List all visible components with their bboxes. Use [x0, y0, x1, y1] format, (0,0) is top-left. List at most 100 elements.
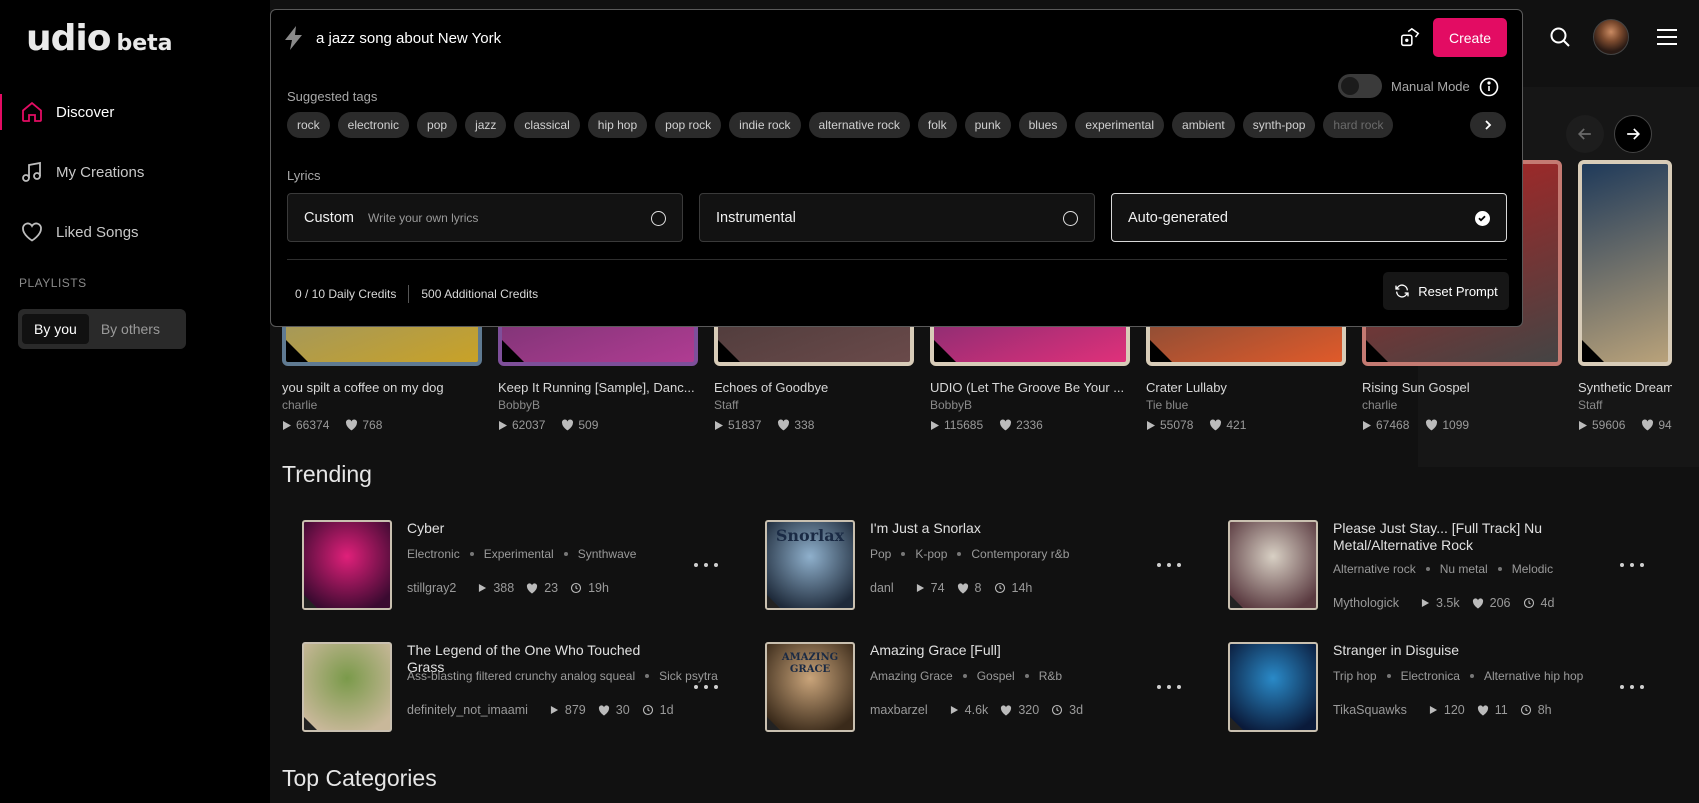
- lyrics-option-custom[interactable]: Custom Write your own lyrics: [287, 193, 683, 242]
- track-user[interactable]: maxbarzel: [870, 703, 928, 717]
- card-author[interactable]: Staff: [1578, 398, 1602, 412]
- suggested-tag[interactable]: folk: [917, 112, 957, 138]
- track-tag[interactable]: Nu metal: [1440, 562, 1488, 576]
- card-author[interactable]: Staff: [714, 398, 738, 412]
- track-user[interactable]: stillgray2: [407, 581, 456, 595]
- tab-by-you[interactable]: By you: [22, 314, 89, 344]
- suggested-tag[interactable]: rock: [287, 112, 330, 138]
- dice-shuffle-icon[interactable]: [1399, 27, 1421, 49]
- track-user[interactable]: TikaSquawks: [1333, 703, 1407, 717]
- track-title[interactable]: Amazing Grace [Full]: [870, 642, 1110, 659]
- udio-corner-mark: [502, 340, 524, 362]
- search-icon[interactable]: [1545, 22, 1575, 52]
- sidebar-item-my-creations[interactable]: My Creations: [0, 150, 270, 194]
- card-title[interactable]: Synthetic Dream: [1578, 380, 1672, 395]
- carousel-prev-button[interactable]: [1566, 115, 1604, 153]
- card-title[interactable]: UDIO (Let The Groove Be Your ...: [930, 380, 1130, 395]
- suggested-tag[interactable]: hip hop: [587, 112, 648, 138]
- heart-icon: [1477, 704, 1488, 715]
- suggested-tag[interactable]: pop rock: [655, 112, 722, 138]
- suggested-tag[interactable]: jazz: [465, 112, 507, 138]
- track-tag[interactable]: Electronic: [407, 547, 460, 561]
- heart-icon: [957, 582, 968, 593]
- track-tag[interactable]: Electronica: [1401, 669, 1460, 683]
- track-tag[interactable]: Synthwave: [578, 547, 637, 561]
- tags-next-button[interactable]: [1470, 112, 1506, 138]
- card-title[interactable]: Crater Lullaby: [1146, 380, 1346, 395]
- track-thumbnail[interactable]: [1228, 520, 1318, 610]
- more-options-icon[interactable]: [1157, 682, 1181, 692]
- track-thumbnail[interactable]: [302, 642, 392, 732]
- track-user[interactable]: definitely_not_imaami: [407, 703, 528, 717]
- suggested-tag[interactable]: ambient: [1172, 112, 1235, 138]
- track-tag[interactable]: Amazing Grace: [870, 669, 953, 683]
- track-tag[interactable]: Pop: [870, 547, 891, 561]
- suggested-tag[interactable]: punk: [964, 112, 1011, 138]
- card-title[interactable]: you spilt a coffee on my dog: [282, 380, 482, 395]
- udio-logo[interactable]: udio beta: [26, 18, 173, 59]
- sidebar-item-discover[interactable]: Discover: [0, 90, 270, 134]
- more-options-icon[interactable]: [1620, 682, 1644, 692]
- card-author[interactable]: Tie blue: [1146, 398, 1188, 412]
- track-tag[interactable]: Melodic: [1512, 562, 1553, 576]
- avatar[interactable]: [1593, 19, 1629, 55]
- like-count: 421: [1226, 418, 1247, 432]
- lyrics-option-instrumental[interactable]: Instrumental: [699, 193, 1095, 242]
- suggested-tag[interactable]: pop: [417, 112, 458, 138]
- track-title[interactable]: Stranger in Disguise: [1333, 642, 1573, 659]
- suggested-tag[interactable]: blues: [1018, 112, 1068, 138]
- track-tag[interactable]: Ass-blasting filtered crunchy analog squ…: [407, 669, 635, 683]
- card-title[interactable]: Echoes of Goodbye: [714, 380, 914, 395]
- reset-prompt-button[interactable]: Reset Prompt: [1383, 272, 1509, 310]
- track-thumbnail[interactable]: Snorlax: [765, 520, 855, 610]
- info-icon[interactable]: [1479, 77, 1499, 97]
- track-title[interactable]: Please Just Stay... [Full Track] Nu Meta…: [1333, 520, 1573, 554]
- card-artwork[interactable]: [1578, 160, 1672, 366]
- track-tag[interactable]: Alternative hip hop: [1484, 669, 1583, 683]
- card-author[interactable]: charlie: [1362, 398, 1397, 412]
- lyrics-option-auto-generated[interactable]: Auto-generated: [1111, 193, 1507, 242]
- track-title[interactable]: I'm Just a Snorlax: [870, 520, 1110, 537]
- track-title[interactable]: Cyber: [407, 520, 647, 537]
- card-author[interactable]: BobbyB: [930, 398, 972, 412]
- track-user[interactable]: Mythologick: [1333, 596, 1399, 610]
- more-options-icon[interactable]: [694, 560, 718, 570]
- track-thumbnail[interactable]: AMAZING GRACE: [765, 642, 855, 732]
- track-tag[interactable]: K-pop: [915, 547, 947, 561]
- track-tag[interactable]: Gospel: [977, 669, 1015, 683]
- track-thumbnail[interactable]: [302, 520, 392, 610]
- card-author[interactable]: charlie: [282, 398, 317, 412]
- suggested-tag[interactable]: classical: [514, 112, 580, 138]
- track-tag[interactable]: R&b: [1039, 669, 1062, 683]
- track-tag[interactable]: Sick psytra: [659, 669, 718, 683]
- play-count: 67468: [1376, 418, 1410, 432]
- tab-by-others[interactable]: By others: [89, 314, 172, 344]
- track-tag[interactable]: Trip hop: [1333, 669, 1377, 683]
- more-options-icon[interactable]: [1620, 560, 1644, 570]
- more-options-icon[interactable]: [1157, 560, 1181, 570]
- carousel-next-button[interactable]: [1614, 115, 1652, 153]
- track-thumbnail[interactable]: [1228, 642, 1318, 732]
- suggested-tag[interactable]: experimental: [1075, 112, 1165, 138]
- suggested-tag[interactable]: hard rock: [1323, 112, 1394, 138]
- track-user[interactable]: danl: [870, 581, 894, 595]
- sidebar-item-liked-songs[interactable]: Liked Songs: [0, 210, 270, 254]
- suggested-tag[interactable]: electronic: [337, 112, 410, 138]
- track-meta: maxbarzel 4.6k 320 3d: [870, 703, 1083, 717]
- track-tag[interactable]: Experimental: [484, 547, 554, 561]
- trending-heading: Trending: [282, 461, 372, 487]
- prompt-input[interactable]: a jazz song about New York: [316, 30, 501, 47]
- track-tag[interactable]: Alternative rock: [1333, 562, 1416, 576]
- play-count: 120: [1443, 703, 1465, 717]
- hamburger-menu-icon[interactable]: [1652, 22, 1682, 52]
- create-button[interactable]: Create: [1433, 18, 1507, 57]
- suggested-tag[interactable]: alternative rock: [808, 112, 910, 138]
- suggested-tag[interactable]: indie rock: [729, 112, 801, 138]
- card-author[interactable]: BobbyB: [498, 398, 540, 412]
- manual-mode-toggle[interactable]: [1338, 74, 1382, 98]
- card-title[interactable]: Keep It Running [Sample], Danc...: [498, 380, 698, 395]
- suggested-tag[interactable]: synth-pop: [1242, 112, 1316, 138]
- card-title[interactable]: Rising Sun Gospel: [1362, 380, 1562, 395]
- track-tag[interactable]: Contemporary r&b: [971, 547, 1069, 561]
- more-options-icon[interactable]: [694, 682, 718, 692]
